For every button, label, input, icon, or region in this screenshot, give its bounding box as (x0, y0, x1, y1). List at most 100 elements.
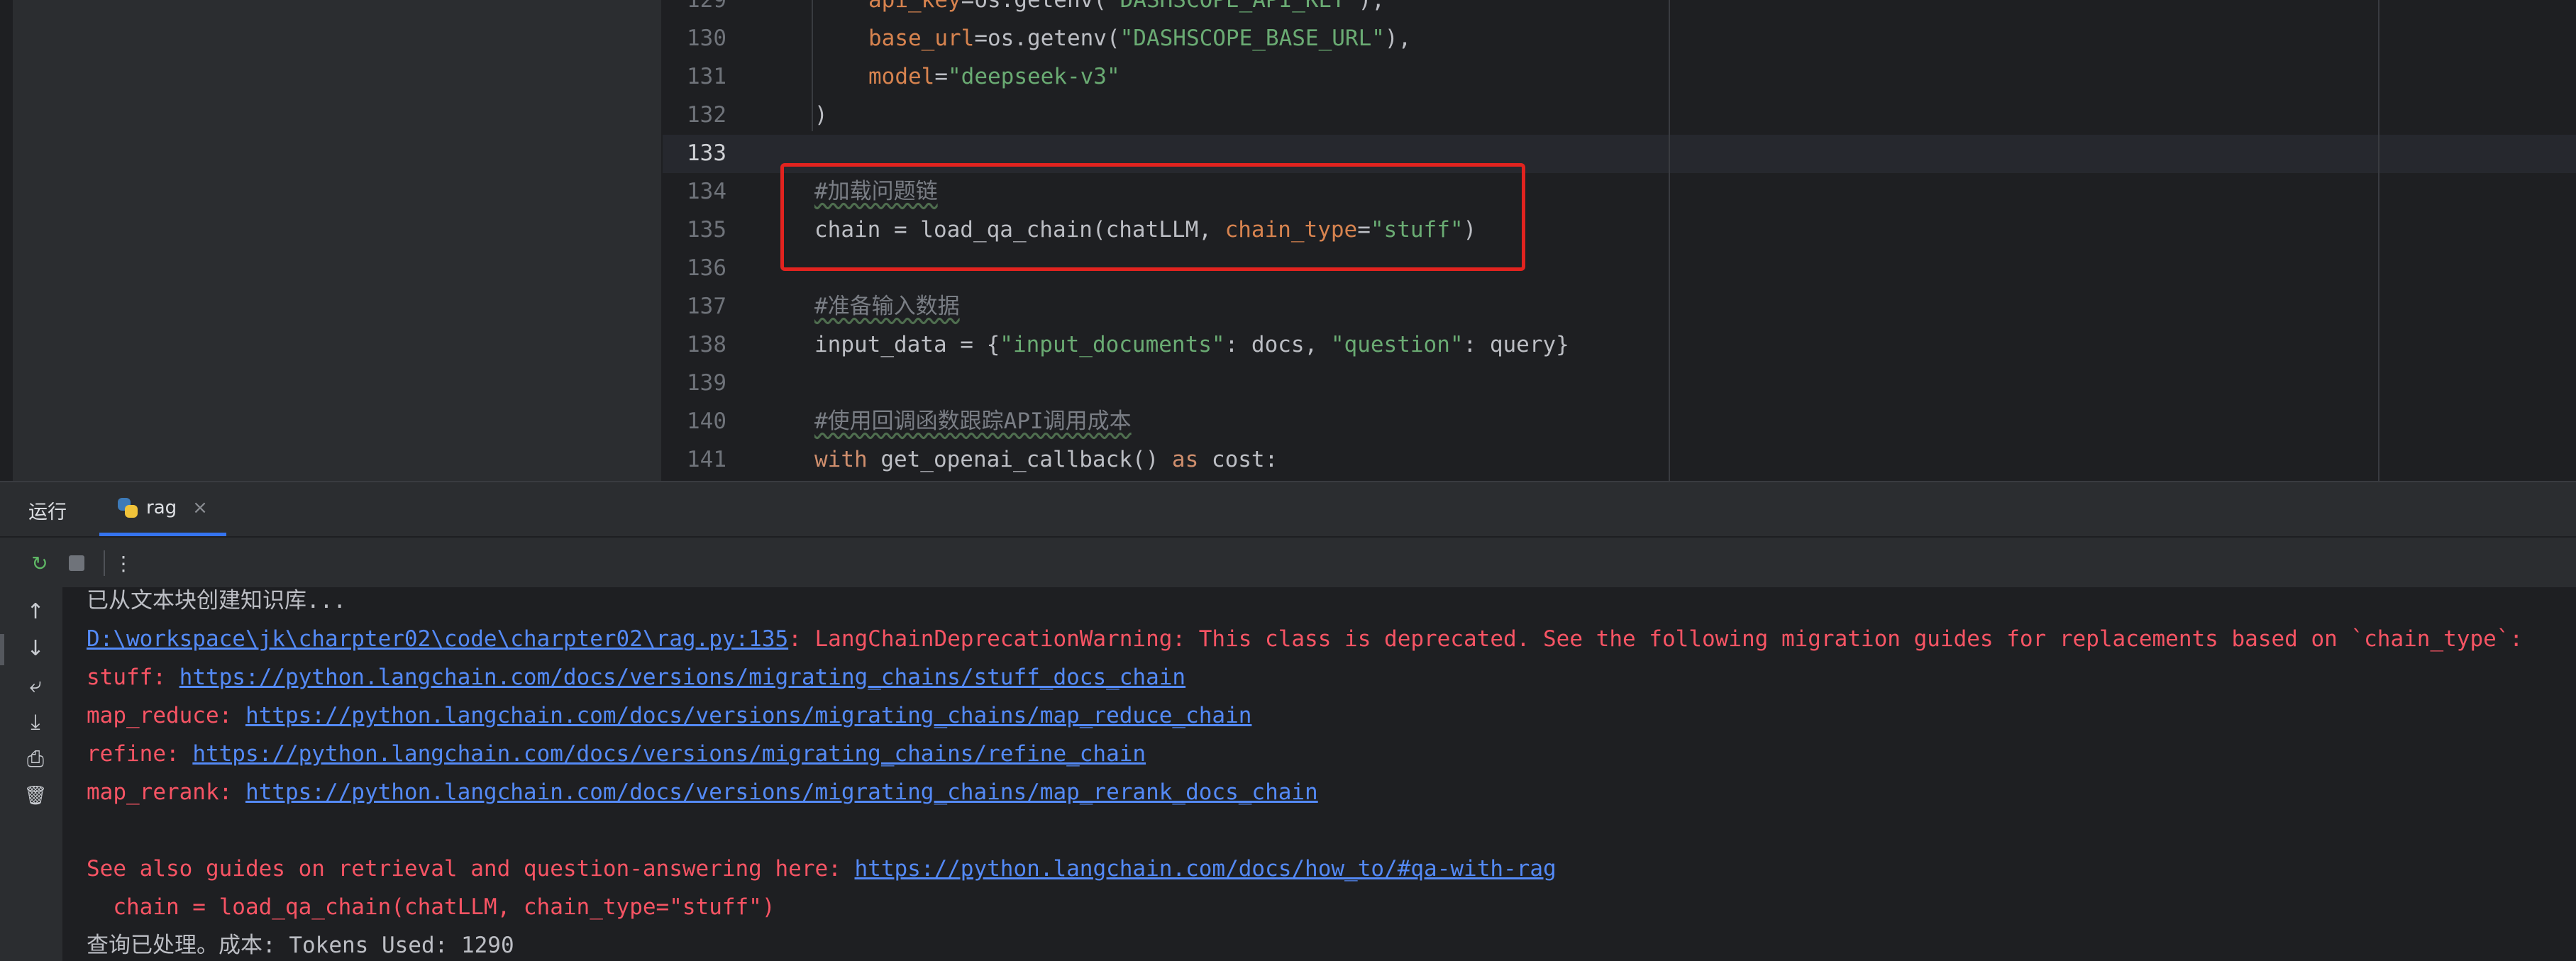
close-icon[interactable]: × (192, 497, 208, 518)
code-line[interactable]: 137 #准备输入数据 (663, 287, 2576, 326)
console-line: D:\workspace\jk\charpter02\code\charpter… (87, 620, 2523, 658)
console-text: refine: (87, 741, 193, 767)
code-token: #使用回调函数跟踪API调用成本 (814, 409, 1132, 434)
code-token: = (934, 64, 948, 89)
line-number: 140 (687, 409, 726, 434)
left-tool-strip (0, 0, 14, 481)
console-text: 查询已处理。成本: Tokens Used: 1290 (87, 933, 514, 958)
line-number: 134 (687, 179, 726, 204)
console-line: map_reduce: https://python.langchain.com… (87, 696, 1251, 735)
soft-wrap-icon[interactable]: ⤶ (21, 671, 50, 699)
highlight-annotation-box (780, 163, 1525, 271)
line-number: 133 (687, 140, 726, 166)
code-token: base_url (868, 26, 975, 51)
code-token: ), (1384, 26, 1412, 51)
console-line: stuff: https://python.langchain.com/docs… (87, 658, 1185, 696)
line-number: 141 (687, 447, 726, 472)
code-line[interactable]: 131 model="deepseek-v3" (663, 57, 2576, 96)
code-token: as (1171, 447, 1199, 472)
code-line[interactable]: 140 #使用回调函数跟踪API调用成本 (663, 402, 2576, 440)
line-source: #准备输入数据 (814, 287, 960, 326)
stop-icon[interactable] (62, 549, 91, 577)
console-line: See also guides on retrieval and questio… (87, 850, 1557, 888)
scroll-marker (0, 634, 4, 665)
console-text: See also guides on retrieval and questio… (87, 856, 855, 882)
console-output[interactable]: 已从文本块创建知识库... D:\workspace\jk\charpter02\… (64, 587, 2576, 961)
scroll-to-end-icon[interactable]: ⤓ (21, 708, 50, 736)
print-icon[interactable]: ⎙ (21, 745, 50, 773)
code-line[interactable]: 132) (663, 96, 2576, 134)
console-line: 查询已处理。成本: Tokens Used: 1290 (87, 926, 514, 961)
code-token: "DASHSCOPE_BASE_URL" (1120, 26, 1385, 51)
code-token: "input_documents" (1000, 332, 1225, 357)
code-token: cost: (1198, 447, 1278, 472)
code-line[interactable]: 129 api_key=os.getenv("DASHSCOPE_API_KEY"… (663, 0, 2576, 19)
console-text: map_reduce: (87, 703, 245, 728)
tab-label: rag (146, 496, 177, 518)
line-number: 129 (687, 0, 726, 13)
code-line[interactable]: 130 base_url=os.getenv("DASHSCOPE_BASE_UR… (663, 19, 2576, 57)
line-source: #使用回调函数跟踪API调用成本 (814, 402, 1132, 440)
console-line: refine: https://python.langchain.com/doc… (87, 735, 1146, 773)
run-panel-title: 运行 (28, 501, 67, 523)
line-source: api_key=os.getenv("DASHSCOPE_API_KEY"), (868, 0, 1385, 19)
code-token: get_openai_callback() (867, 447, 1172, 472)
line-number: 139 (687, 370, 726, 396)
console-line: chain = load_qa_chain(chatLLM, chain_typ… (87, 888, 775, 926)
console-side-toolbar: ↑ ↓ ⤶ ⤓ ⎙ 🗑 (0, 587, 64, 961)
line-number: 137 (687, 294, 726, 319)
line-source: input_data = {"input_documents": docs, "… (814, 326, 1569, 364)
code-token: ) (814, 102, 828, 128)
tab-rag[interactable]: rag × (99, 482, 226, 536)
line-number: 136 (687, 255, 726, 281)
python-icon (118, 497, 138, 518)
console-text: 已从文本块创建知识库... (87, 588, 346, 613)
code-token: api_key (868, 0, 961, 13)
code-token: : docs, (1225, 332, 1331, 357)
code-token: input_data = { (814, 332, 1000, 357)
line-source: model="deepseek-v3" (868, 57, 1120, 96)
more-options-icon[interactable]: ⋮ (109, 549, 138, 577)
line-number: 131 (687, 64, 726, 89)
console-line: map_rerank: https://python.langchain.com… (87, 773, 1318, 811)
line-source: ) (814, 96, 828, 134)
console-text: : LangChainDeprecationWarning: This clas… (788, 626, 2524, 652)
line-number: 132 (687, 102, 726, 128)
console-text: map_rerank: (87, 779, 245, 805)
run-tab-bar: 运行 rag × (0, 481, 2576, 536)
console-link[interactable]: D:\workspace\jk\charpter02\code\charpter… (87, 626, 788, 652)
code-token: model (868, 64, 935, 89)
code-token: : query} (1463, 332, 1569, 357)
console-link[interactable]: https://python.langchain.com/docs/versio… (179, 665, 1185, 690)
run-toolbar: ↻ ⋮ (0, 536, 2576, 587)
code-token: "DASHSCOPE_API_KEY" (1106, 0, 1359, 13)
code-token: =os.getenv( (974, 26, 1120, 51)
console-text: chain = load_qa_chain(chatLLM, chain_typ… (87, 894, 775, 920)
console-link[interactable]: https://python.langchain.com/docs/versio… (192, 741, 1146, 767)
console-line: 已从文本块创建知识库... (87, 587, 346, 620)
console-text: stuff: (87, 665, 179, 690)
trash-icon[interactable]: 🗑 (21, 782, 50, 810)
arrow-up-icon[interactable]: ↑ (21, 597, 50, 626)
code-line[interactable]: 138 input_data = {"input_documents": docs… (663, 326, 2576, 364)
line-number: 138 (687, 332, 726, 357)
code-token: =os.getenv( (961, 0, 1107, 13)
project-panel (13, 0, 663, 481)
toolbar-divider (104, 550, 105, 576)
code-line[interactable]: 141 with get_openai_callback() as cost: (663, 440, 2576, 479)
code-token: with (814, 447, 868, 472)
code-token: #准备输入数据 (814, 294, 960, 319)
rerun-icon[interactable]: ↻ (26, 549, 54, 577)
line-number: 130 (687, 26, 726, 51)
arrow-down-icon[interactable]: ↓ (21, 634, 50, 662)
console-link[interactable]: https://python.langchain.com/docs/versio… (245, 779, 1318, 805)
line-source: base_url=os.getenv("DASHSCOPE_BASE_URL")… (868, 19, 1411, 57)
line-number: 135 (687, 217, 726, 243)
console-link[interactable]: https://python.langchain.com/docs/versio… (245, 703, 1251, 728)
code-token: "question" (1330, 332, 1464, 357)
code-token: ), (1358, 0, 1385, 13)
code-token: "deepseek-v3" (948, 64, 1120, 89)
code-line[interactable]: 139 (663, 364, 2576, 402)
console-link[interactable]: https://python.langchain.com/docs/how_to… (855, 856, 1557, 882)
line-source: with get_openai_callback() as cost: (814, 440, 1278, 479)
